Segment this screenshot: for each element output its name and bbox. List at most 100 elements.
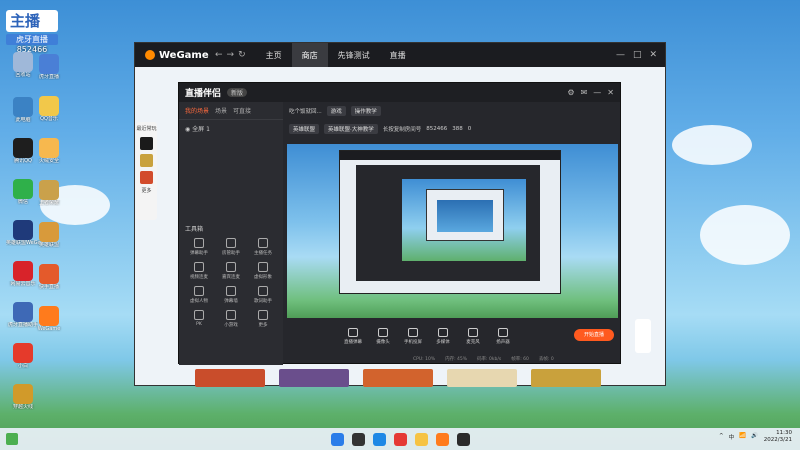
scene-tab[interactable]: 我的场景 <box>185 106 209 115</box>
minimize-icon[interactable]: — <box>616 50 625 60</box>
refresh-icon[interactable]: ↻ <box>238 50 246 60</box>
minimize-icon[interactable]: — <box>593 88 601 97</box>
tool-label: 房管助手 <box>222 251 240 256</box>
desktop-icon[interactable]: 穿越火线 <box>6 384 40 410</box>
close-icon[interactable]: ✕ <box>649 50 657 60</box>
tool-item[interactable]: 小游戏 <box>215 310 247 328</box>
game-icon[interactable] <box>140 154 153 167</box>
wegame-window[interactable]: WeGame ← → ↻ 主页 商店 先锋测试 直播 — □ ✕ 最近常玩 更多 直播伴侣… <box>134 42 666 387</box>
control-icon <box>468 327 478 337</box>
tray-icon[interactable]: ^ <box>719 433 724 441</box>
control-item[interactable]: 多媒体 <box>433 327 453 345</box>
room-id-label[interactable]: 长按复制房间号 <box>383 125 422 133</box>
tool-item[interactable]: 弹幕助手 <box>183 238 215 256</box>
wegame-icon[interactable] <box>456 432 470 446</box>
desktop-icon[interactable]: WeGame <box>32 306 66 332</box>
chrome-icon[interactable] <box>393 432 407 446</box>
app-icon <box>39 306 59 326</box>
game-icon[interactable] <box>140 171 153 184</box>
tab-0[interactable]: 主页 <box>256 43 292 67</box>
tray-icon[interactable]: 📶 <box>739 433 746 441</box>
edge-icon[interactable] <box>372 432 386 446</box>
tab-2[interactable]: 先锋测试 <box>328 43 380 67</box>
preview-nested-zhibo <box>356 165 540 281</box>
tool-item[interactable]: 更多 <box>247 310 279 328</box>
game-tile[interactable] <box>279 369 349 387</box>
tool-item[interactable]: 视频连麦 <box>183 262 215 280</box>
wegame-logo[interactable]: WeGame <box>145 50 215 61</box>
tray-icon[interactable]: 中 <box>729 433 735 441</box>
desktop-icon[interactable]: 快手直播 <box>32 264 66 290</box>
desktop-icon[interactable]: 小白 <box>6 343 40 369</box>
desktop-brand-widget[interactable]: 主播 虎牙直播 852466 <box>6 10 58 54</box>
game-tile[interactable] <box>447 369 517 387</box>
back-icon[interactable]: ← <box>215 50 223 60</box>
scene-tab[interactable]: 可直接 <box>233 106 251 115</box>
tag-chip[interactable]: 英雄联盟 <box>289 124 320 134</box>
control-bar: 直播弹幕 摄像头 手机投屏 多媒体 麦克风 扬声器 <box>283 321 622 351</box>
control-item[interactable]: 手机投屏 <box>403 327 423 345</box>
edit-chip[interactable]: 操作教学 <box>350 106 381 116</box>
game-tile[interactable] <box>363 369 433 387</box>
tool-item[interactable]: 虚拟人物 <box>183 286 215 304</box>
desktop-icon[interactable]: 王者荣耀 <box>32 180 66 206</box>
app-icon <box>39 138 59 158</box>
control-item[interactable]: 扬声器 <box>493 327 513 345</box>
mail-icon[interactable]: ✉ <box>581 88 588 97</box>
category-chip[interactable]: 游戏 <box>326 106 346 116</box>
game-tile[interactable] <box>195 369 265 387</box>
game-icon[interactable] <box>140 137 153 150</box>
tool-item[interactable]: 嘉宾连麦 <box>215 262 247 280</box>
tool-icon <box>194 286 204 296</box>
tool-item[interactable]: 歌词助手 <box>247 286 279 304</box>
control-label: 摄像头 <box>376 339 390 345</box>
zhibo-window[interactable]: 最近常玩 更多 直播伴侣 新版 ⚙ ✉ — ✕ 我的场景 场景 可直接 ◉ 全屏 1… <box>136 82 622 365</box>
desktop-icon-label: 虎牙直播 <box>38 74 59 80</box>
cloud-decor <box>700 205 790 265</box>
tray-icon[interactable]: 🔊 <box>751 433 758 441</box>
maximize-icon[interactable]: □ <box>633 50 642 60</box>
search-icon[interactable] <box>351 432 365 446</box>
start-live-button[interactable]: 开始直播 <box>574 329 614 341</box>
recent-games-rail: 最近常玩 更多 <box>136 122 157 220</box>
clock[interactable]: 11:30 2022/3/21 <box>764 430 792 444</box>
game-tile[interactable] <box>531 369 601 387</box>
system-tray: ^ 中 📶 🔊 11:30 2022/3/21 <box>719 430 792 444</box>
desktop-icon[interactable]: 虎牙直播 <box>32 54 66 80</box>
explorer-icon[interactable] <box>414 432 428 446</box>
tab-3[interactable]: 直播 <box>380 43 416 67</box>
tool-item[interactable]: 虚拟形象 <box>247 262 279 280</box>
widgets-icon[interactable] <box>6 433 18 445</box>
tool-item[interactable]: PK <box>183 310 215 328</box>
room-title[interactable]: 吃个饭就回... <box>289 107 322 115</box>
app-icon <box>39 54 59 74</box>
wegame-side-widget[interactable] <box>635 319 651 353</box>
tool-item[interactable]: 房管助手 <box>215 238 247 256</box>
desktop-icon[interactable]: 英雄联盟 <box>32 222 66 248</box>
control-icon <box>408 327 418 337</box>
taskbar-apps <box>330 432 470 446</box>
control-icon <box>498 327 508 337</box>
tool-label: 更多 <box>258 323 268 328</box>
start-icon[interactable] <box>330 432 344 446</box>
close-icon[interactable]: ✕ <box>607 88 614 97</box>
live-preview[interactable] <box>287 144 618 318</box>
scene-item[interactable]: ◉ 全屏 1 <box>179 120 283 137</box>
rail-more[interactable]: 更多 <box>136 188 157 195</box>
store-icon[interactable] <box>435 432 449 446</box>
scene-tab[interactable]: 场景 <box>215 106 227 115</box>
control-label: 多媒体 <box>436 339 450 345</box>
control-item[interactable]: 直播弹幕 <box>343 327 363 345</box>
desktop-icon[interactable]: 火绒安全 <box>32 138 66 164</box>
control-item[interactable]: 麦克风 <box>463 327 483 345</box>
app-icon <box>13 52 33 72</box>
forward-icon[interactable]: → <box>227 50 235 60</box>
tag-chip[interactable]: 英雄联盟·大神教学 <box>324 124 378 134</box>
desktop-icon[interactable]: QQ音乐 <box>32 96 66 122</box>
tab-label: 商店 <box>301 50 318 60</box>
settings-icon[interactable]: ⚙ <box>567 88 574 97</box>
tab-1[interactable]: 商店 <box>291 43 328 67</box>
tool-item[interactable]: 弹幕墙 <box>215 286 247 304</box>
control-item[interactable]: 摄像头 <box>373 327 393 345</box>
tool-item[interactable]: 主播任务 <box>247 238 279 256</box>
